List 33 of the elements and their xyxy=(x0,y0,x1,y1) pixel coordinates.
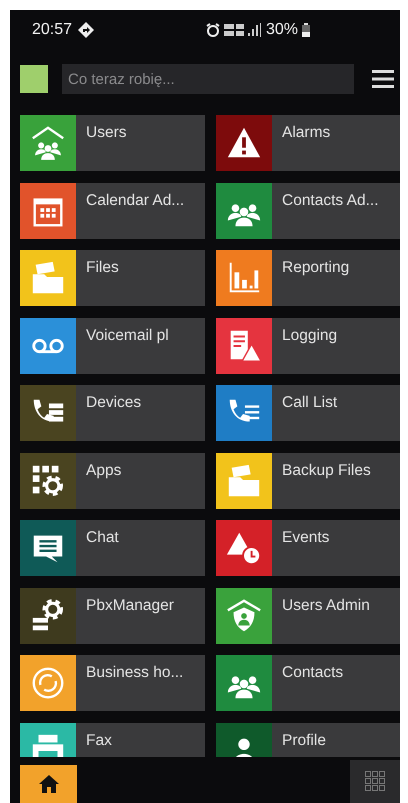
app-tile[interactable]: Contacts Ad... xyxy=(216,182,400,238)
app-tile[interactable]: Backup Files xyxy=(216,452,400,508)
app-tile[interactable]: Voicemail pl xyxy=(20,318,205,374)
status-input-field[interactable]: Co teraz robię... xyxy=(62,64,354,94)
app-tile[interactable]: Users Admin xyxy=(216,588,400,644)
app-tile[interactable]: Events xyxy=(216,520,400,576)
app-tile[interactable]: Business ho... xyxy=(20,655,205,711)
app-tile[interactable]: Profile xyxy=(216,722,400,757)
navigation-icon xyxy=(78,22,94,38)
app-tile[interactable]: Fax xyxy=(20,722,205,757)
app-tile[interactable]: PbxManager xyxy=(20,588,205,644)
app-tile[interactable]: Chat xyxy=(20,520,205,576)
apps-grid-button[interactable] xyxy=(350,760,400,803)
menu-icon[interactable] xyxy=(372,69,394,89)
app-tile[interactable]: Files xyxy=(20,250,205,306)
signal-icon xyxy=(224,23,262,37)
home-icon xyxy=(38,774,60,794)
clock-time: 20:57 xyxy=(32,21,72,39)
app-tile[interactable]: Alarms xyxy=(216,115,400,171)
battery-icon xyxy=(302,23,310,37)
app-tile[interactable]: Reporting xyxy=(216,250,400,306)
app-tile[interactable]: Devices xyxy=(20,385,205,441)
app-tile[interactable]: Apps xyxy=(20,452,205,508)
alarm-icon xyxy=(206,23,220,37)
grid-icon xyxy=(364,771,386,792)
people-icon xyxy=(29,124,67,162)
app-tile[interactable]: Contacts xyxy=(216,655,400,711)
app-tile[interactable]: Users xyxy=(20,115,205,171)
battery-percentage: 30% xyxy=(266,21,298,39)
app-tile[interactable]: Calendar Ad... xyxy=(20,182,205,238)
home-button[interactable] xyxy=(20,765,77,803)
app-tile[interactable]: Call List xyxy=(216,385,400,441)
app-tile[interactable]: Logging xyxy=(216,318,400,374)
